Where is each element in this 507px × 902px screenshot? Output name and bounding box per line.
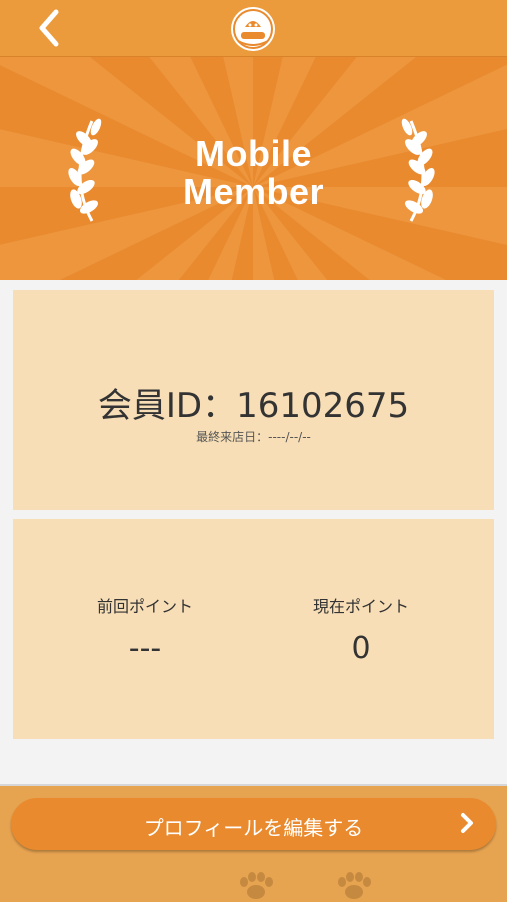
hero-banner: Mobile Member	[0, 57, 507, 280]
points-card: 前回ポイント --- 現在ポイント 0	[13, 519, 494, 739]
back-button[interactable]	[30, 6, 74, 50]
previous-points-value: ---	[128, 631, 162, 666]
bakery-logo-icon	[228, 5, 278, 53]
current-points-label: 現在ポイント	[312, 597, 409, 616]
paw-print-icon	[338, 872, 371, 899]
laurel-right-icon	[401, 118, 435, 222]
current-points-value: 0	[351, 631, 371, 666]
last-visit-date: 最終来店日：----/--/--	[196, 430, 311, 444]
member-id-card: 会員ID：16102675 最終来店日：----/--/--	[13, 290, 494, 510]
edit-profile-label: プロフィールを編集する	[143, 816, 364, 840]
previous-points-label: 前回ポイント	[96, 597, 193, 616]
chevron-left-icon	[39, 9, 59, 47]
laurel-left-icon	[68, 118, 102, 222]
chevron-right-icon	[461, 813, 473, 833]
top-bar	[0, 0, 507, 57]
paw-print-icon	[240, 872, 273, 899]
edit-profile-button[interactable]: プロフィールを編集する	[11, 798, 496, 850]
bottom-bar: プロフィールを編集する	[0, 784, 507, 902]
member-id: 会員ID：16102675	[97, 386, 410, 426]
